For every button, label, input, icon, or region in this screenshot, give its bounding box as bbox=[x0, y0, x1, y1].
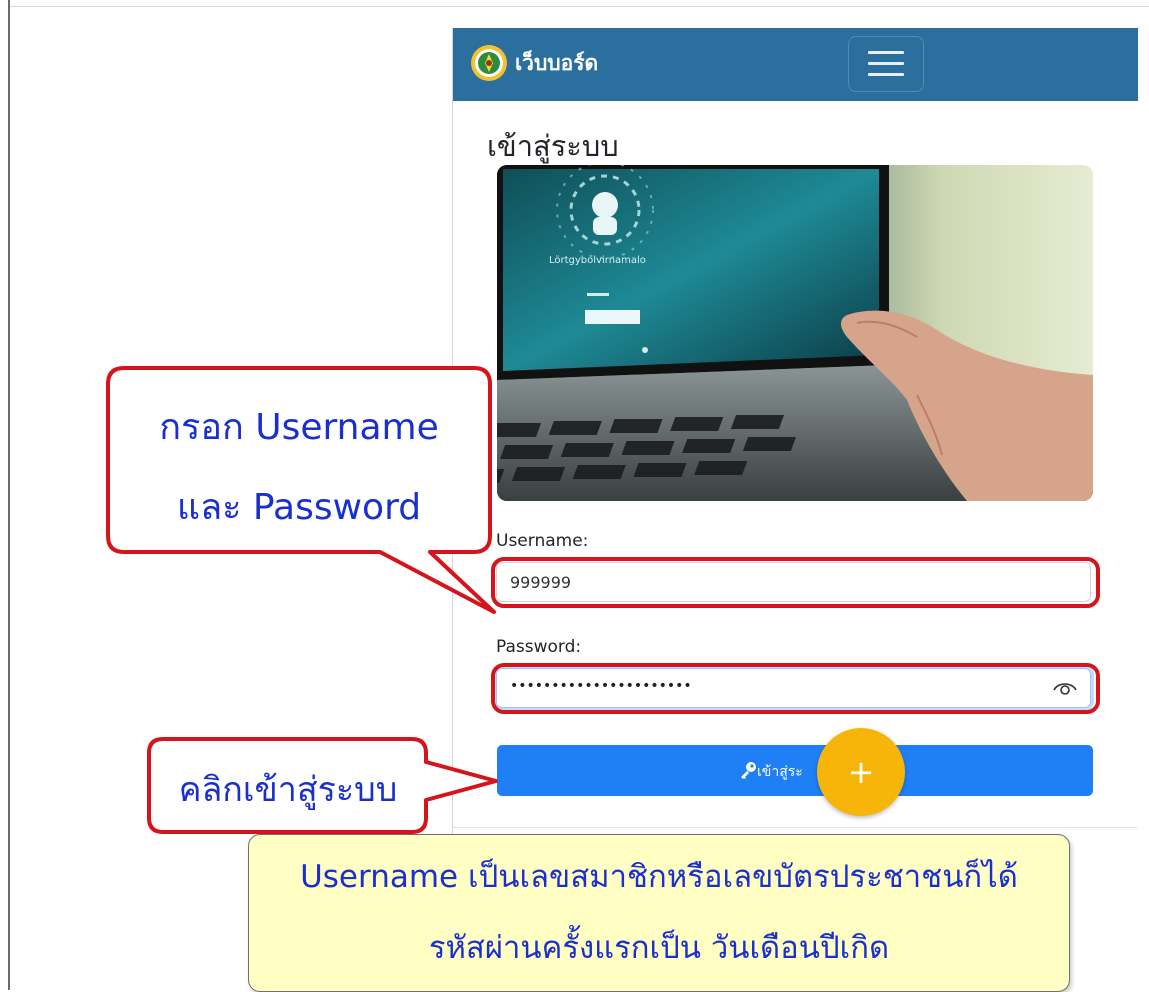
login-hint: คลิกเข้าสู่ระบบ bbox=[178, 770, 398, 810]
info-note: Username เป็นเลขสมาชิกหรือเลขบัตรประชาชน… bbox=[248, 834, 1070, 992]
username-hint-line2: และ Password bbox=[176, 487, 422, 528]
username-hint-line1: กรอก Username bbox=[159, 407, 439, 448]
info-line-1: Username เป็นเลขสมาชิกหรือเลขบัตรประชาชน… bbox=[300, 859, 1018, 895]
info-line-2: รหัสผ่านครั้งแรกเป็น วันเดือนปีเกิด bbox=[428, 930, 890, 966]
